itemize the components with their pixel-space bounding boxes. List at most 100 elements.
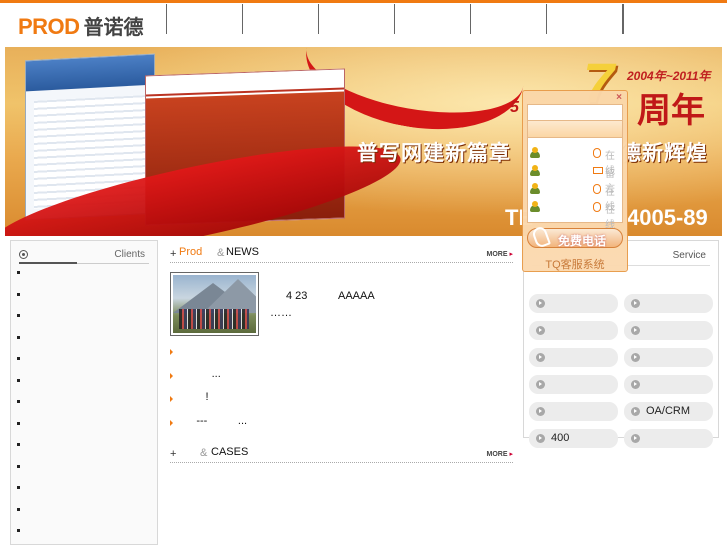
chat-agent-row[interactable]: 在线 xyxy=(528,180,624,213)
arrow-icon xyxy=(170,419,173,426)
list-item[interactable] xyxy=(17,529,20,532)
service-grid: OA/CRM 400 xyxy=(529,294,717,448)
news-title-amp: & xyxy=(217,247,225,259)
news-more-link[interactable]: MORE ▸ xyxy=(487,250,513,258)
service-item-oa-crm[interactable]: OA/CRM xyxy=(624,402,713,421)
user-icon xyxy=(529,183,541,195)
main-nav xyxy=(166,4,624,34)
close-icon[interactable]: × xyxy=(616,92,622,103)
top-accent-line xyxy=(0,0,727,3)
nav-item-2[interactable] xyxy=(242,4,318,34)
service-item[interactable] xyxy=(529,294,618,313)
arrow-icon xyxy=(170,396,173,402)
play-circle-icon xyxy=(536,380,545,389)
online-icon xyxy=(593,184,601,194)
clients-list xyxy=(17,271,20,545)
news-section: + Prod & NEWS MORE ▸ 4 23 AAAAA …… ... !… xyxy=(170,244,513,474)
list-item[interactable] xyxy=(17,443,20,446)
service-item[interactable] xyxy=(624,429,713,448)
list-item[interactable] xyxy=(17,292,20,296)
list-item[interactable] xyxy=(17,486,20,489)
list-item[interactable] xyxy=(17,400,20,403)
banner-slogan-right: 德新辉煌 xyxy=(620,142,708,165)
play-circle-icon xyxy=(631,353,640,362)
user-icon xyxy=(529,201,541,213)
more-arrow-icon: ▸ xyxy=(509,451,513,458)
chat-widget: × 在线 留言 在线 在线 免费电话 TQ客服系统 xyxy=(522,90,628,272)
chat-agent-row[interactable]: 在线 xyxy=(528,198,624,231)
cases-title-en: CASES xyxy=(211,446,249,458)
mail-icon xyxy=(593,167,603,174)
service-item[interactable] xyxy=(529,402,618,421)
service-title: Service xyxy=(672,250,706,261)
news-title-en: NEWS xyxy=(226,246,259,258)
nav-item-1[interactable] xyxy=(166,4,242,34)
service-item[interactable] xyxy=(529,321,618,340)
news-featured-photo[interactable] xyxy=(170,272,259,336)
phone-icon xyxy=(531,225,551,249)
plus-icon: + xyxy=(170,248,177,260)
list-item[interactable] xyxy=(17,271,20,274)
news-featured-title[interactable]: AAAAA xyxy=(338,290,375,302)
news-title-cn: Prod xyxy=(179,246,203,258)
list-item[interactable] xyxy=(17,314,20,317)
banner-years: 2004年~2011年 xyxy=(627,69,711,83)
list-item[interactable] xyxy=(17,464,20,468)
chat-widget-brand[interactable]: TQ客服系统 xyxy=(522,256,628,272)
play-circle-icon xyxy=(536,353,545,362)
cases-title-amp: & xyxy=(200,447,208,459)
play-circle-icon xyxy=(631,434,640,443)
clients-title: Clients xyxy=(114,249,145,260)
play-circle-icon xyxy=(631,380,640,389)
arrow-icon xyxy=(170,349,173,355)
more-arrow-icon: ▸ xyxy=(509,251,513,258)
list-item[interactable] xyxy=(17,507,20,511)
chat-agent-row[interactable]: 留言 xyxy=(528,162,624,195)
service-item[interactable] xyxy=(624,348,713,367)
chat-agent-status: 在线 xyxy=(605,205,615,231)
service-item[interactable] xyxy=(529,348,618,367)
banner-slogan-left: 普写网建新篇章 xyxy=(357,142,511,165)
nav-item-3[interactable] xyxy=(318,4,394,34)
logo-english: PROD xyxy=(18,14,80,39)
service-item-400[interactable]: 400 xyxy=(529,429,618,448)
nav-item-6[interactable] xyxy=(546,4,622,34)
target-icon xyxy=(19,250,28,259)
news-header: + Prod & NEWS MORE ▸ xyxy=(170,244,513,263)
list-item[interactable] xyxy=(17,357,20,360)
service-item[interactable] xyxy=(529,375,618,394)
cases-more-link[interactable]: MORE ▸ xyxy=(487,450,513,458)
play-circle-icon xyxy=(631,407,640,416)
nav-item-5[interactable] xyxy=(470,4,546,34)
chat-widget-header xyxy=(527,104,623,121)
online-icon xyxy=(593,148,601,158)
news-featured-date[interactable]: 4 23 xyxy=(286,290,307,302)
free-call-button[interactable]: 免费电话 xyxy=(527,225,623,249)
user-icon xyxy=(529,147,541,159)
play-circle-icon xyxy=(536,407,545,416)
clients-header: Clients xyxy=(11,241,157,265)
banner-anniversary-label: 周年 xyxy=(637,92,705,130)
service-item[interactable] xyxy=(624,321,713,340)
banner-five: 5 xyxy=(510,99,519,116)
play-circle-icon xyxy=(536,299,545,308)
cases-header: + & CASES MORE ▸ xyxy=(170,444,513,463)
banner-tel-number: 4005-89 xyxy=(627,205,708,230)
service-item[interactable] xyxy=(624,294,713,313)
free-call-label: 免费电话 xyxy=(558,234,607,248)
nav-divider-end xyxy=(622,4,624,34)
chat-agent-row[interactable]: 在线 xyxy=(528,144,624,177)
service-item[interactable] xyxy=(624,375,713,394)
news-featured-ellipsis: …… xyxy=(270,307,292,319)
list-item[interactable] xyxy=(17,421,20,425)
nav-item-4[interactable] xyxy=(394,4,470,34)
play-circle-icon xyxy=(536,326,545,335)
site-logo[interactable]: PROD 普诺德 xyxy=(18,11,144,40)
list-item[interactable] xyxy=(17,378,20,382)
list-item[interactable] xyxy=(17,335,20,339)
play-circle-icon xyxy=(631,299,640,308)
play-circle-icon xyxy=(536,434,545,443)
online-icon xyxy=(593,202,601,212)
plus-icon: + xyxy=(170,448,177,460)
logo-chinese: 普诺德 xyxy=(83,15,144,39)
